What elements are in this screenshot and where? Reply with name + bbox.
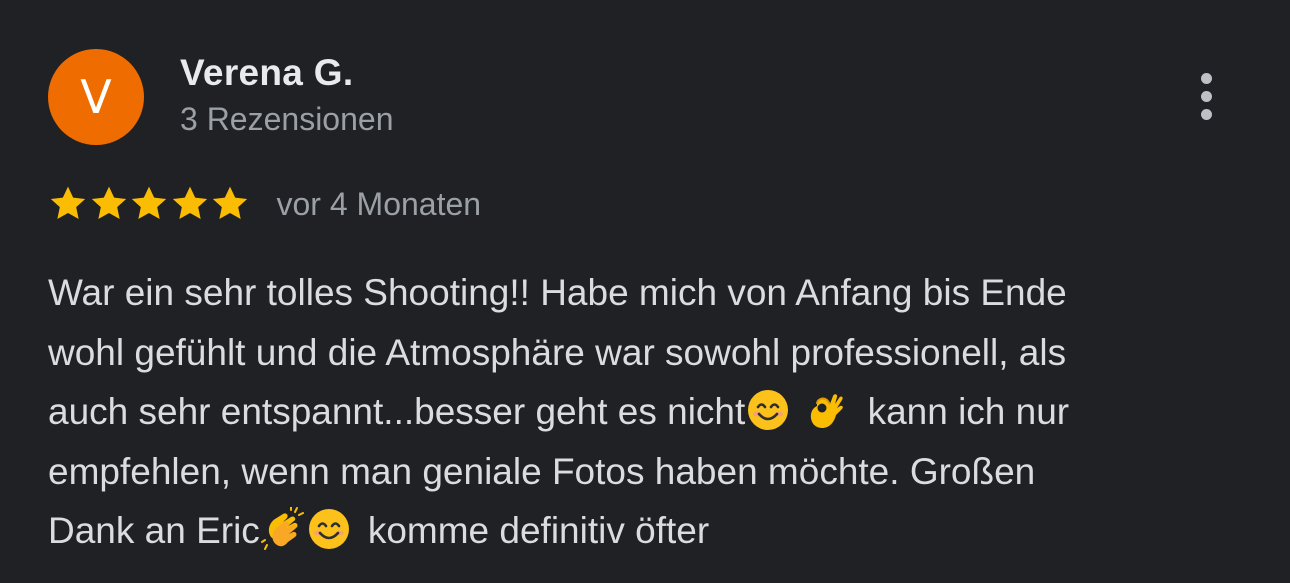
review-text-line: auch sehr entspannt...besser geht es nic… <box>48 382 1248 442</box>
review-date: vor 4 Monaten <box>276 185 482 222</box>
review-text-fragment: Dank an Eric <box>48 510 260 551</box>
more-vert-icon <box>1200 72 1212 84</box>
review-text-line: Dank an Eric komme definitiv öfter <box>48 501 1248 561</box>
review-text-line: empfehlen, wenn man geniale Fotos haben … <box>48 450 1036 492</box>
reviewer-name[interactable]: Verena G. <box>180 52 353 94</box>
rating-row: vor 4 Monaten <box>48 182 481 226</box>
avatar-letter: V <box>80 70 112 124</box>
ok-hand-icon <box>803 388 847 432</box>
review-text: War ein sehr tolles Shooting!! Habe mich… <box>48 263 1248 561</box>
review-text-fragment: komme definitiv öfter <box>367 510 710 551</box>
star-icon <box>170 184 210 224</box>
star-icon <box>210 184 250 224</box>
more-vert-icon-dot <box>1200 90 1212 102</box>
more-vert-icon-dot <box>1200 108 1212 120</box>
review-text-line: War ein sehr tolles Shooting!! Habe mich… <box>48 272 1067 313</box>
smiling-face-icon <box>746 388 790 432</box>
review-text-fragment: auch sehr entspannt...besser geht es nic… <box>48 391 746 432</box>
star-icon <box>89 184 129 224</box>
review-text-fragment: kann ich nur <box>867 391 1070 432</box>
clapping-hands-icon <box>260 507 305 551</box>
avatar[interactable]: V <box>48 49 144 145</box>
reviewer-review-count: 3 Rezensionen <box>180 101 394 137</box>
review-text-line: wohl gefühlt und die Atmosphäre war sowo… <box>48 331 1067 373</box>
star-rating <box>48 184 251 224</box>
star-icon <box>48 184 88 224</box>
review-card: V Verena G. 3 Rezensionen vor 4 Monaten … <box>0 0 1290 583</box>
more-options-button[interactable] <box>1184 64 1228 128</box>
star-icon <box>129 184 169 224</box>
smiling-face-icon <box>307 507 351 551</box>
